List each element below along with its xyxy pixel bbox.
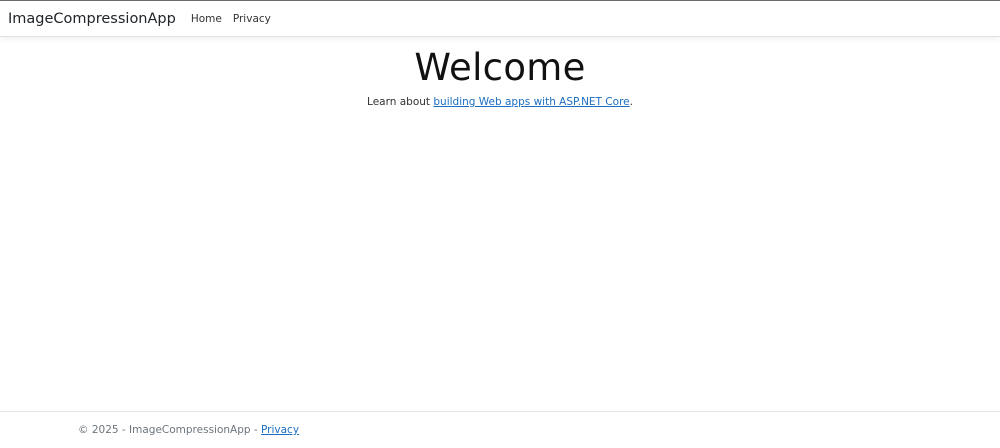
nav-home-link[interactable]: Home (191, 13, 222, 25)
learn-prefix: Learn about (367, 95, 434, 108)
brand-link[interactable]: ImageCompressionApp (8, 11, 176, 27)
top-navbar: ImageCompressionApp Home Privacy (0, 1, 1000, 37)
learn-paragraph: Learn about building Web apps with ASP.N… (0, 96, 1000, 108)
page: ImageCompressionApp Home Privacy Welcome… (0, 0, 1000, 448)
main-content: Welcome Learn about building Web apps wi… (0, 37, 1000, 108)
welcome-heading: Welcome (414, 46, 586, 89)
aspnet-docs-link[interactable]: building Web apps with ASP.NET Core (433, 96, 629, 108)
page-footer: © 2025 - ImageCompressionApp - Privacy (0, 411, 1000, 448)
learn-suffix: . (629, 95, 633, 108)
footer-privacy-link[interactable]: Privacy (261, 424, 299, 436)
footer-copyright: © 2025 - ImageCompressionApp - (78, 424, 262, 436)
nav-privacy-link[interactable]: Privacy (233, 13, 271, 25)
nav-links: Home Privacy (191, 13, 282, 25)
